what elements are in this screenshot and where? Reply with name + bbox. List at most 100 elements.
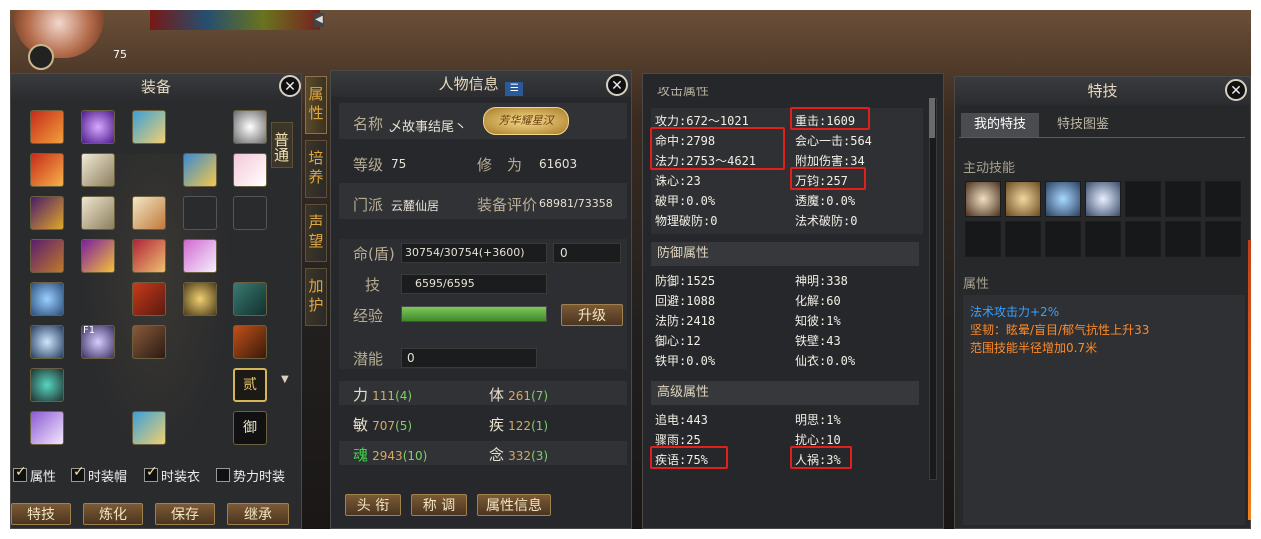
save-button[interactable]: 保存 [155,503,215,525]
skill-slot[interactable] [1085,221,1121,257]
equip-slot-guard[interactable]: 御 [233,411,267,445]
title-adjust-button[interactable]: 称 调 [411,494,467,516]
tab-protection[interactable]: 加护 [305,268,327,326]
skill-slot[interactable] [1005,181,1041,217]
cultivation-value: 61603 [539,157,578,171]
scrollbar-track[interactable] [929,98,937,480]
checkbox-label: 时装衣 [161,470,201,485]
stat-divinity: 神明:338 [795,274,848,288]
skill-slot[interactable] [965,221,1001,257]
equip-slot-beast[interactable] [233,325,267,359]
equip-slot-sword[interactable] [81,239,115,273]
character-name: 乄故事结尾丶 [389,120,468,135]
skill-slot[interactable] [1085,181,1121,217]
attr-bonus: (1) [531,419,549,433]
skill-slot[interactable] [1205,181,1241,217]
upgrade-button[interactable]: 升级 [561,304,623,326]
equip-slot-wing-1[interactable] [81,153,115,187]
stat-iron-armor: 铁甲:0.0% [655,354,716,368]
shield-value: 0 [560,246,568,260]
defense-section-header: 防御属性 [651,242,919,266]
attr-name: 念 [489,446,505,464]
skill-slot[interactable] [1005,221,1041,257]
stat-defense: 防御:1525 [655,274,716,288]
skill-slot[interactable] [1125,181,1161,217]
tab-attributes[interactable]: 属性 [305,76,327,134]
equip-slot-panda-hat[interactable] [233,110,267,144]
equip-slot-wing-2[interactable] [81,196,115,230]
attribute-info-button[interactable]: 属性信息 [477,494,551,516]
equip-slot-scroll[interactable] [132,411,166,445]
attr-agility: 敏 707(5) [353,414,412,435]
equip-slot-fashion-robe[interactable] [132,196,166,230]
equip-slot-ornament[interactable] [132,110,166,144]
close-icon[interactable]: ✕ [279,75,301,97]
equip-slot-secondary[interactable]: 贰 [233,368,267,402]
player-portrait[interactable] [14,10,104,58]
skill-slot[interactable] [1165,221,1201,257]
tab-normal[interactable]: 普通 [271,122,293,168]
skill-slot[interactable] [1205,221,1241,257]
property-line: 法术攻击力+2% [970,305,1060,319]
equip-slot-helmet[interactable] [30,153,64,187]
equip-slot-blade[interactable] [183,239,217,273]
buff-bar [150,10,320,30]
refine-button[interactable]: 炼化 [83,503,143,525]
equip-slot-fashion-dress[interactable] [233,153,267,187]
equip-slot-boots[interactable] [30,282,64,316]
equip-slot-orb[interactable] [81,110,115,144]
equip-slot-necklace[interactable] [30,368,64,402]
slot-hotkey-badge: F1 [83,325,96,336]
info-list-icon[interactable]: ☰ [505,82,524,96]
equipment-panel: 装备 ✕ 普通 F1 贰 ▼ 御 ✓ 属性 ✓ 时装帽 ✓ 时装衣 势力时装 特… [10,73,302,529]
equip-slot-fashion-coat[interactable] [132,239,166,273]
equip-slot-shoulder[interactable] [183,196,217,230]
character-info-panel: 人物信息 ☰ ✕ 名称 乄故事结尾丶 芳华耀星汉 等级 75 修 为 61603… [330,70,632,529]
tab-stunt-catalog[interactable]: 特技图鉴 [1043,113,1123,137]
equip-slot-cape[interactable] [132,282,166,316]
skill-slot[interactable] [965,181,1001,217]
checkbox-fashion-hat[interactable]: ✓ 时装帽 [71,464,128,485]
scrollbar-thumb[interactable] [929,98,935,138]
tab-cultivate[interactable]: 培养 [305,140,327,198]
tab-reputation[interactable]: 声望 [305,204,327,262]
checkbox-fashion-coat[interactable]: ✓ 时装衣 [144,464,201,485]
rating-label: 装备评价 [477,196,538,214]
skill-slot[interactable] [1045,181,1081,217]
stat-iron-wall: 铁壁:43 [795,334,841,348]
attr-name: 魂 [353,446,369,464]
stunt-button[interactable]: 特技 [11,503,71,525]
equip-slot-ring[interactable] [30,325,64,359]
inherit-button[interactable]: 继承 [227,503,289,525]
equip-slot-relic[interactable] [233,196,267,230]
highlight-box [790,446,852,469]
attr-bonus: (7) [531,389,549,403]
secondary-slot-label: 贰 [243,377,257,393]
equip-slot-belt[interactable] [30,239,64,273]
attr-value: 707 [372,419,396,433]
equip-slot-talisman[interactable] [30,411,64,445]
checkbox-faction-fashion[interactable]: 势力时装 [216,466,285,485]
tab-my-stunts[interactable]: 我的特技 [961,113,1039,137]
dropdown-arrow-icon[interactable]: ▼ [281,374,289,385]
checkbox-show-attrs[interactable]: ✓ 属性 [13,464,56,485]
equip-slot-weapon[interactable] [30,110,64,144]
equip-slot-armor[interactable] [30,196,64,230]
buff-collapse-icon[interactable]: ◀ [314,13,324,27]
title-button[interactable]: 头 衔 [345,494,401,516]
attr-soul: 魂 2943(10) [353,444,427,465]
skill-slot[interactable] [1125,221,1161,257]
equip-slot-emblem[interactable] [183,282,217,316]
equip-slot-mount-gear[interactable] [132,325,166,359]
equip-slot-bracer[interactable] [183,153,217,187]
close-icon[interactable]: ✕ [1225,79,1247,101]
potential-label: 潜能 [353,350,384,368]
equip-slot-horse[interactable] [233,282,267,316]
checkbox-label: 时装帽 [88,470,128,485]
player-level: 75 [113,48,127,61]
portrait-level-badge [28,44,54,70]
skill-slot[interactable] [1165,181,1201,217]
checkbox-label: 势力时装 [233,470,286,485]
close-icon[interactable]: ✕ [606,74,628,96]
skill-slot[interactable] [1045,221,1081,257]
